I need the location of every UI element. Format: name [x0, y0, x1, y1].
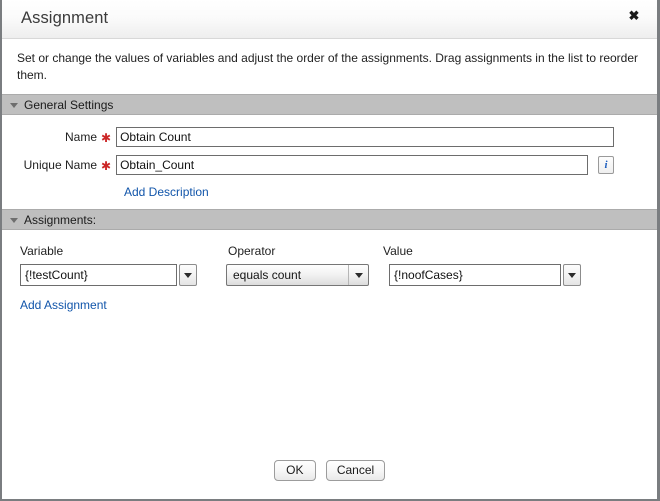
chevron-down-icon: [10, 103, 18, 108]
name-row: Name ✱: [2, 127, 657, 147]
operator-selected-value: equals count: [233, 268, 302, 282]
assignments-body: Variable Operator Value equals count: [2, 230, 657, 312]
name-input[interactable]: [116, 127, 615, 147]
assignment-dialog: Assignment ✖ Set or change the values of…: [0, 0, 660, 501]
operator-select[interactable]: equals count: [226, 264, 369, 286]
assignments-column-headers: Variable Operator Value: [20, 244, 657, 258]
name-label: Name: [64, 130, 97, 144]
column-header-value: Value: [383, 244, 413, 258]
add-assignment-link[interactable]: Add Assignment: [20, 298, 107, 312]
operator-dropdown-button[interactable]: [348, 265, 368, 285]
info-icon[interactable]: i: [598, 156, 615, 174]
section-header-general-settings[interactable]: General Settings: [2, 94, 657, 115]
ok-button[interactable]: OK: [273, 460, 316, 481]
dialog-title: Assignment: [21, 9, 109, 27]
chevron-down-icon: [568, 272, 576, 278]
dialog-titlebar: Assignment ✖: [2, 0, 657, 39]
unique-name-required-marker: ✱: [101, 159, 112, 173]
close-icon[interactable]: ✖: [625, 7, 643, 25]
dialog-footer: OK Cancel: [2, 460, 657, 499]
unique-name-row: Unique Name ✱ i: [2, 155, 657, 175]
section-title-assignments: Assignments:: [24, 212, 97, 227]
variable-input[interactable]: [20, 264, 177, 286]
variable-combobox: [20, 264, 197, 286]
value-dropdown-button[interactable]: [563, 264, 581, 286]
variable-dropdown-button[interactable]: [179, 264, 197, 286]
unique-name-label: Unique Name: [23, 158, 97, 172]
section-title-general-settings: General Settings: [24, 97, 114, 112]
value-combobox: [389, 264, 581, 286]
add-description-row: Add Description: [2, 183, 657, 199]
dialog-spacer: [2, 312, 657, 460]
column-header-operator: Operator: [228, 244, 276, 258]
dialog-description: Set or change the values of variables an…: [2, 39, 657, 94]
add-description-link[interactable]: Add Description: [124, 185, 209, 199]
section-header-assignments[interactable]: Assignments:: [2, 209, 657, 230]
general-settings-body: Name ✱ Unique Name ✱ i Add Description: [2, 115, 657, 209]
cancel-button[interactable]: Cancel: [325, 460, 386, 481]
name-required-marker: ✱: [101, 131, 112, 145]
assignment-row: equals count: [20, 264, 657, 286]
add-assignment-row: Add Assignment: [20, 286, 657, 312]
chevron-down-icon: [354, 272, 363, 278]
unique-name-input[interactable]: [116, 155, 589, 175]
column-header-variable: Variable: [20, 244, 64, 258]
chevron-down-icon: [184, 272, 192, 278]
chevron-down-icon: [10, 218, 18, 223]
value-input[interactable]: [389, 264, 561, 286]
